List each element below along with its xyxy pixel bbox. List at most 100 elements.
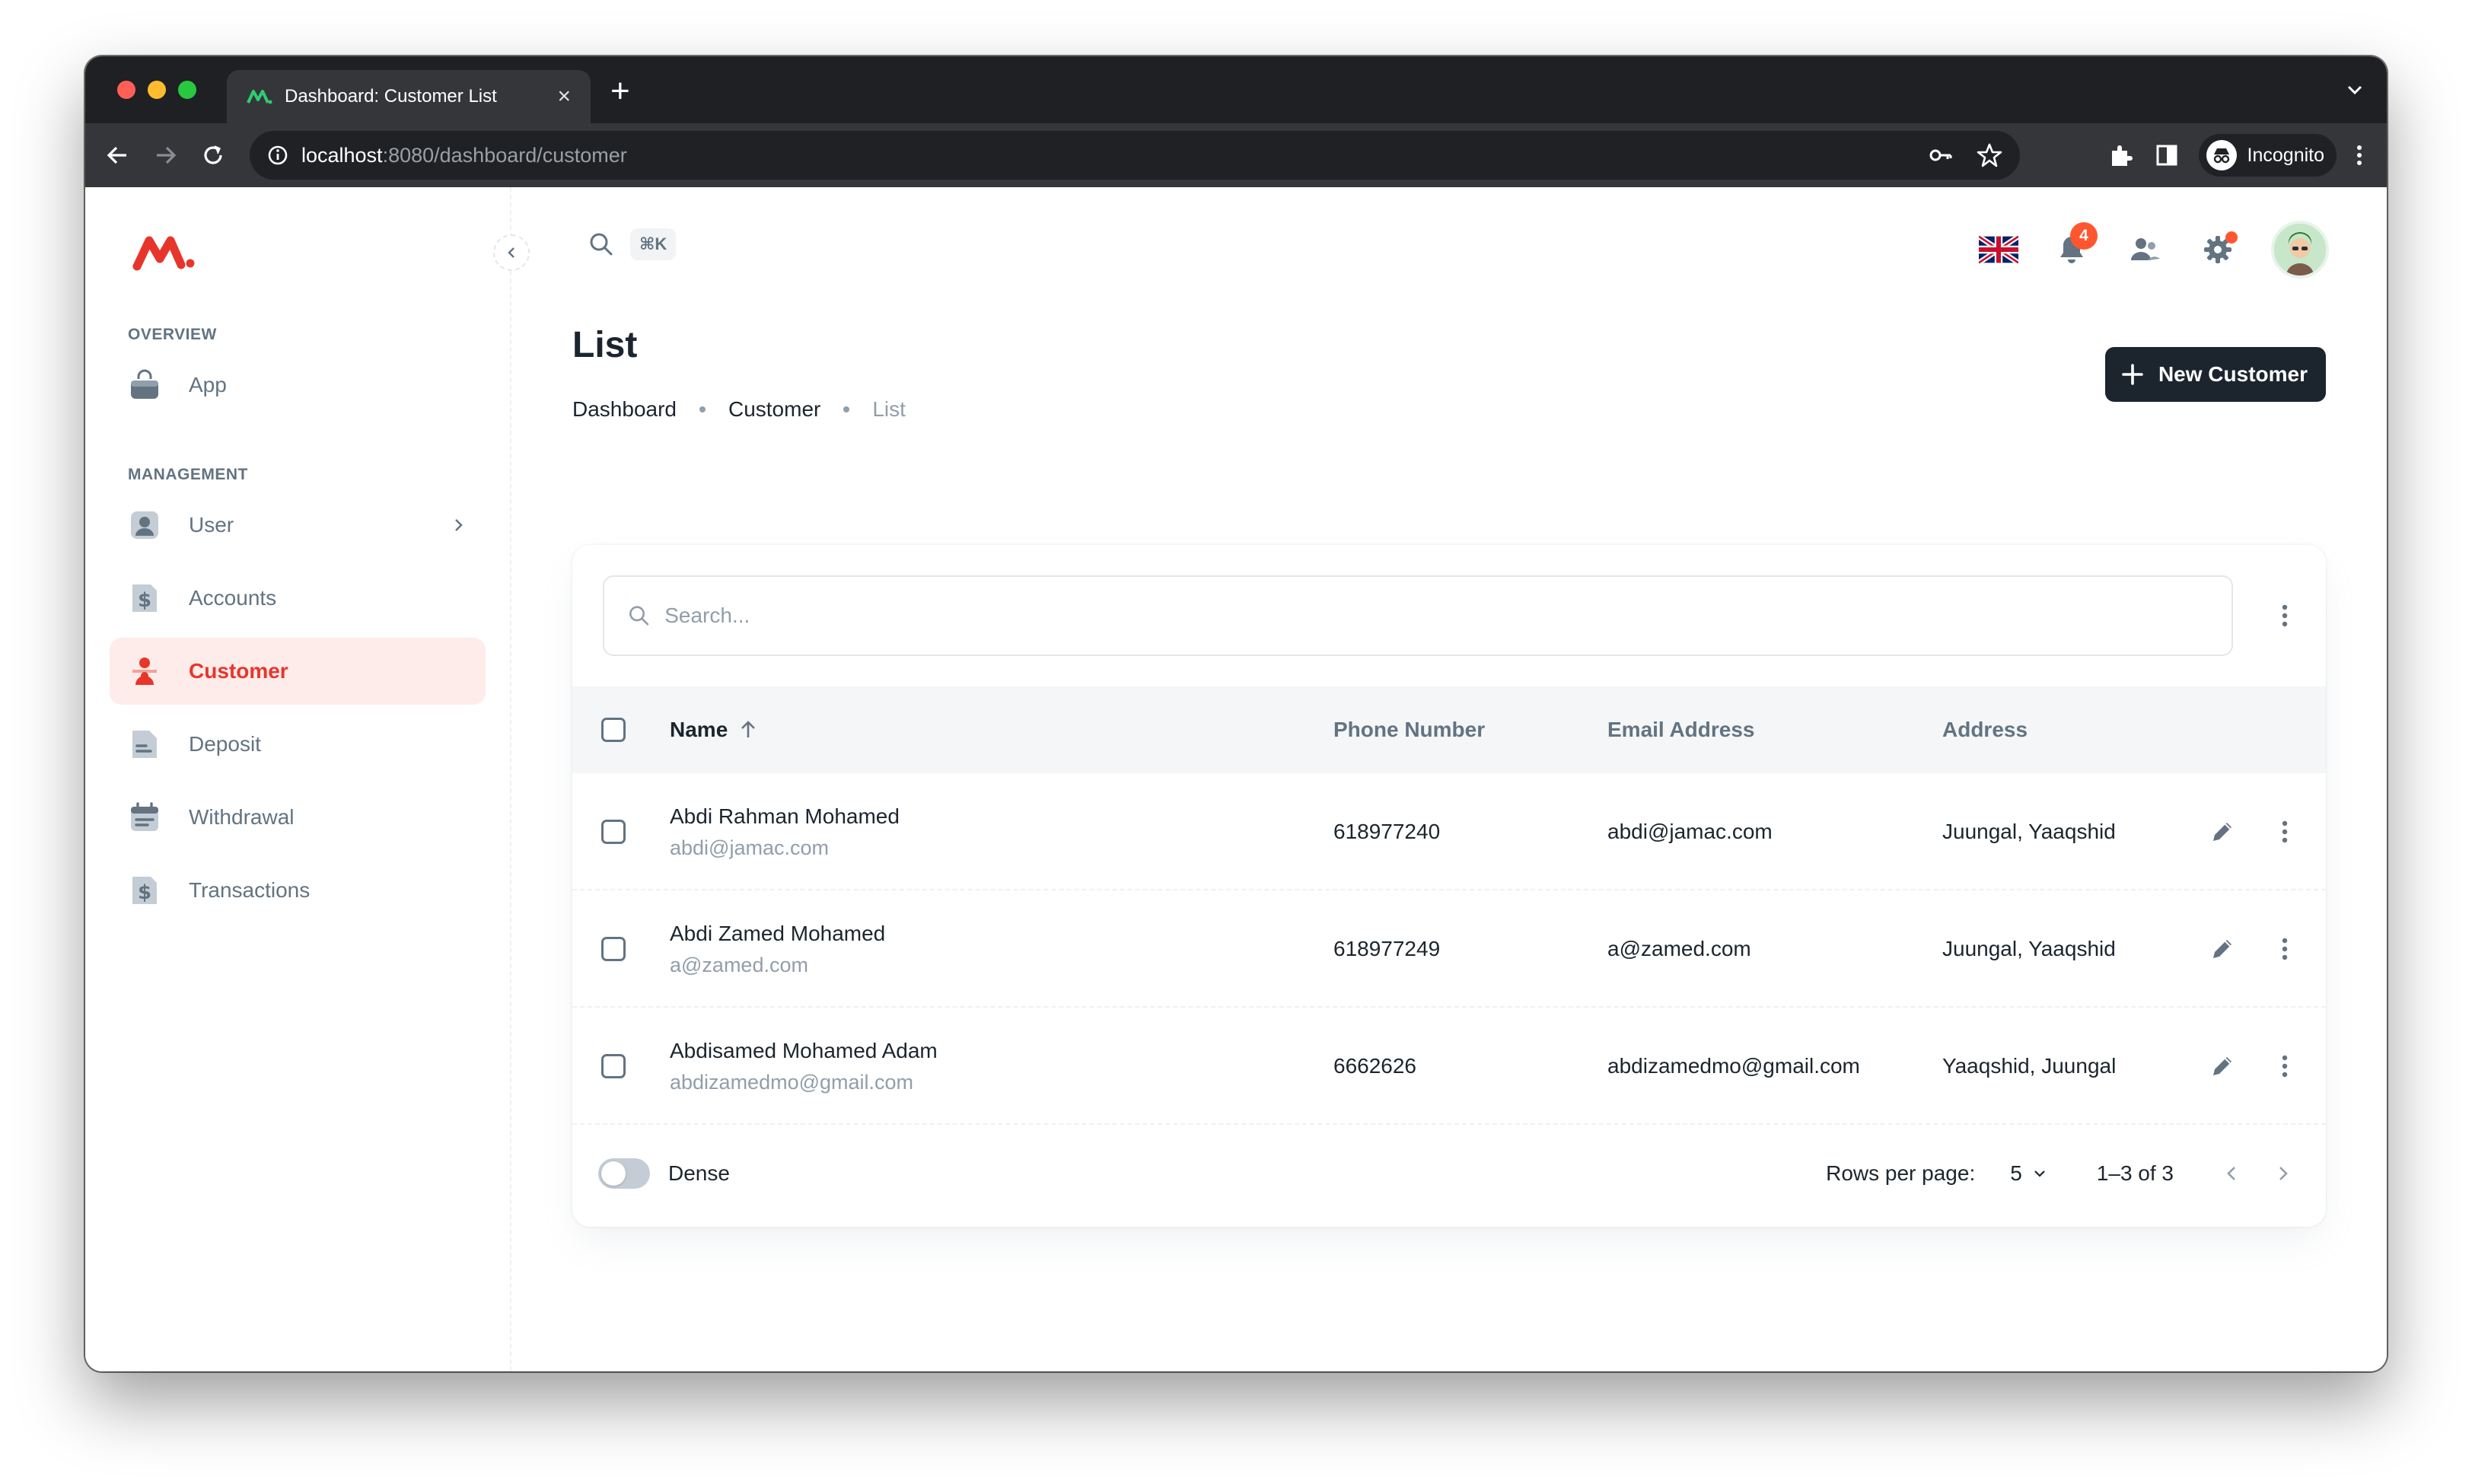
- customer-name-cell: Abdisamed Mohamed Adam abdizamedmo@gmail…: [670, 1008, 938, 1125]
- table-row[interactable]: Abdi Rahman Mohamed abdi@jamac.com 61897…: [572, 773, 2326, 890]
- table-footer: Dense Rows per page: 5 1–3 of 3: [572, 1125, 2326, 1227]
- avatar[interactable]: [2271, 221, 2329, 279]
- side-panel-icon[interactable]: [2153, 142, 2181, 169]
- row-more-options-icon[interactable]: [2270, 817, 2300, 847]
- rows-per-page-label: Rows per page:: [1826, 1161, 1976, 1185]
- column-header-email[interactable]: Email Address: [1607, 686, 1754, 773]
- site-info-icon[interactable]: [266, 144, 289, 167]
- customer-name-email: abdi@jamac.com: [670, 836, 829, 859]
- global-search-button[interactable]: ⌘K: [588, 228, 677, 260]
- toggle-knob: [601, 1161, 626, 1186]
- table-more-options-icon[interactable]: [2270, 600, 2300, 631]
- address-bar[interactable]: localhost:8080/dashboard/customer: [250, 131, 2020, 180]
- header-actions: 4: [1979, 221, 2329, 279]
- row-checkbox[interactable]: [601, 820, 626, 844]
- edit-pencil-icon[interactable]: [2207, 817, 2238, 847]
- key-icon[interactable]: [1927, 142, 1954, 169]
- management-subheader: MANAGEMENT: [128, 466, 248, 483]
- dense-label: Dense: [668, 1161, 730, 1185]
- avatar-image: [2274, 224, 2326, 275]
- table-row[interactable]: Abdi Zamed Mohamed a@zamed.com 618977249…: [572, 890, 2326, 1008]
- site-favicon-icon: [247, 90, 272, 104]
- browser-menu-icon[interactable]: [2355, 142, 2364, 169]
- select-all-checkbox[interactable]: [601, 718, 626, 742]
- address-cell: Juungal, Yaaqshid: [1942, 820, 2116, 843]
- close-window-button[interactable]: [117, 81, 135, 99]
- breadcrumb-customer[interactable]: Customer: [728, 397, 820, 422]
- browser-toolbar: localhost:8080/dashboard/customer Incogn…: [85, 123, 2387, 187]
- table-search-input[interactable]: [664, 603, 2209, 628]
- tab-close-icon[interactable]: ×: [557, 84, 571, 110]
- app-root: OVERVIEW App MANAGEMENT User $ Accounts …: [85, 187, 2387, 1371]
- browser-tab-bar: Dashboard: Customer List × +: [85, 56, 2387, 123]
- search-icon: [629, 606, 649, 626]
- minimize-window-button[interactable]: [148, 81, 166, 99]
- new-customer-button[interactable]: New Customer: [2104, 347, 2326, 402]
- search-icon: [590, 233, 613, 256]
- bookmark-star-icon[interactable]: [1976, 142, 2003, 169]
- incognito-label: Incognito: [2247, 144, 2324, 166]
- sidebar-item-deposit[interactable]: Deposit: [110, 711, 486, 778]
- previous-page-icon[interactable]: [2219, 1161, 2244, 1186]
- email-cell: abdizamedmo@gmail.com: [1607, 1054, 1860, 1078]
- breadcrumb-separator: [843, 406, 850, 412]
- reload-icon[interactable]: [199, 142, 227, 169]
- svg-text:$: $: [138, 881, 151, 904]
- maximize-window-button[interactable]: [178, 81, 196, 99]
- logo[interactable]: [132, 233, 196, 272]
- column-header-name[interactable]: Name: [670, 686, 760, 773]
- row-checkbox[interactable]: [601, 937, 626, 961]
- breadcrumb-dashboard[interactable]: Dashboard: [572, 397, 677, 422]
- phone-cell: 618977249: [1333, 937, 1441, 960]
- edit-pencil-icon[interactable]: [2207, 934, 2238, 964]
- edit-pencil-icon[interactable]: [2207, 1051, 2238, 1081]
- next-page-icon[interactable]: [2271, 1161, 2295, 1186]
- table-search-field[interactable]: [603, 575, 2233, 656]
- chevron-right-icon: [455, 519, 463, 531]
- notifications-button[interactable]: 4: [2052, 222, 2098, 269]
- row-more-options-icon[interactable]: [2270, 1051, 2300, 1081]
- collapse-sidebar-button[interactable]: [493, 234, 530, 271]
- contacts-button[interactable]: [2125, 230, 2165, 269]
- calendar-icon: [128, 801, 161, 834]
- row-checkbox[interactable]: [601, 1054, 626, 1078]
- dense-toggle[interactable]: [598, 1158, 650, 1189]
- column-header-address[interactable]: Address: [1942, 686, 2028, 773]
- incognito-indicator[interactable]: Incognito: [2198, 134, 2337, 177]
- table-row[interactable]: Abdisamed Mohamed Adam abdizamedmo@gmail…: [572, 1008, 2326, 1125]
- back-arrow-icon[interactable]: [104, 142, 131, 169]
- extensions-icon[interactable]: [2107, 142, 2135, 169]
- settings-button[interactable]: [2198, 230, 2238, 269]
- address-cell: Juungal, Yaaqshid: [1942, 937, 2116, 960]
- plus-icon: [2122, 364, 2143, 385]
- forward-arrow-icon[interactable]: [152, 142, 180, 169]
- sidebar-item-accounts[interactable]: $ Accounts: [110, 565, 486, 632]
- customer-name: Abdisamed Mohamed Adam: [670, 1038, 938, 1062]
- column-header-phone[interactable]: Phone Number: [1333, 686, 1485, 773]
- settings-dot: [2225, 231, 2238, 244]
- invoice-icon: $: [128, 581, 161, 615]
- sort-arrow-up-icon: [741, 721, 756, 737]
- sidebar-item-customer[interactable]: Customer: [110, 638, 486, 705]
- browser-tab[interactable]: Dashboard: Customer List ×: [227, 70, 591, 123]
- tab-search-chevron-icon[interactable]: [2344, 79, 2365, 100]
- customer-name-email: abdizamedmo@gmail.com: [670, 1070, 914, 1094]
- rows-per-page-select[interactable]: 5: [2010, 1161, 2048, 1186]
- sidebar-item-app[interactable]: App: [110, 352, 486, 419]
- tab-title: Dashboard: Customer List: [285, 86, 497, 107]
- customer-icon: [128, 654, 161, 688]
- breadcrumb-separator: [699, 406, 706, 412]
- sidebar-item-transactions[interactable]: $ Transactions: [110, 857, 486, 924]
- new-tab-icon[interactable]: +: [610, 75, 630, 108]
- language-button[interactable]: [1979, 230, 2018, 269]
- customer-name: Abdi Zamed Mohamed: [670, 921, 886, 945]
- row-more-options-icon[interactable]: [2270, 934, 2300, 964]
- uk-flag-icon: [1979, 234, 2018, 265]
- address-cell: Yaaqshid, Juungal: [1942, 1054, 2117, 1078]
- page-title: List: [572, 325, 638, 365]
- search-shortcut-label: ⌘K: [630, 228, 677, 260]
- overview-subheader: OVERVIEW: [128, 326, 217, 343]
- customer-name-cell: Abdi Zamed Mohamed a@zamed.com: [670, 890, 885, 1008]
- sidebar-item-user[interactable]: User: [110, 492, 486, 559]
- sidebar-item-withdrawal[interactable]: Withdrawal: [110, 784, 486, 851]
